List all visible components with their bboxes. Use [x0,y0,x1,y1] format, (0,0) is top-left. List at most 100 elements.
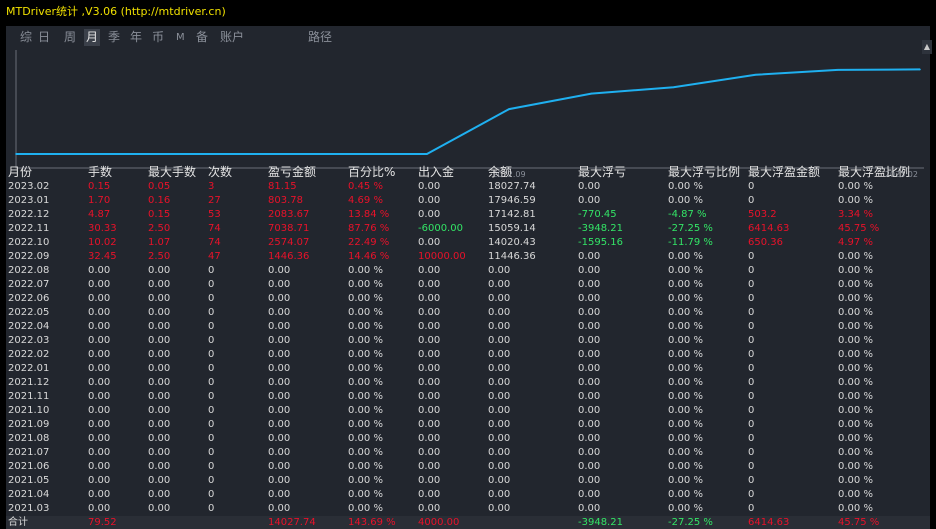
table-row[interactable]: 2022.12 4.87 0.15 53 2083.67 13.84 % 0.00 17142… [6,208,930,222]
column-header[interactable]: 出入金 [418,164,454,180]
table-cell: 0.00 [578,195,601,206]
table-cell: 0.00 [488,475,511,486]
column-header[interactable]: 最大浮盈金额 [748,164,820,180]
table-row[interactable]: 2021.10 0.00 0.00 0 0.00 0.00 % 0.00 0.00 0.00 0.… [6,404,930,418]
table-row[interactable]: 2021.09 0.00 0.00 0 0.00 0.00 % 0.00 0.00 0.00 0.… [6,418,930,432]
table-cell: 2083.67 [268,209,310,220]
column-header[interactable]: 百分比% [348,164,395,180]
table-row[interactable]: 2021.04 0.00 0.00 0 0.00 0.00 % 0.00 0.00 0.00 0.… [6,488,930,502]
table-row[interactable]: 2022.05 0.00 0.00 0 0.00 0.00 % 0.00 0.00 0.00 0.… [6,306,930,320]
column-header[interactable]: 月份 [8,164,32,180]
table-cell: 0.00 [578,503,601,514]
table-cell: 0.00 [488,321,511,332]
table-row[interactable]: 2021.12 0.00 0.00 0 0.00 0.00 % 0.00 0.00 0.00 0.… [6,376,930,390]
table-cell: 0.00 [578,433,601,444]
table-cell: 2023.02 [8,181,50,192]
tab-5[interactable]: 年 [128,29,144,46]
tab-1[interactable]: 日 [36,29,52,46]
tab-4[interactable]: 季 [106,29,122,46]
table-cell: 0.00 [88,293,111,304]
table-row[interactable]: 2022.04 0.00 0.00 0 0.00 0.00 % 0.00 0.00 0.00 0.… [6,320,930,334]
table-cell: 0 [208,489,215,500]
equity-point-2022.03 [15,153,17,155]
table-cell: 0.00 % [668,391,703,402]
tab-9[interactable]: 账户 [218,29,246,46]
table-cell: 0.00 % [838,433,873,444]
table-cell: 0.00 [418,321,441,332]
table-cell: 0.00 [418,181,441,192]
column-header[interactable]: 最大浮亏 [578,164,626,180]
table-row[interactable]: 2021.08 0.00 0.00 0 0.00 0.00 % 0.00 0.00 0.00 0.… [6,432,930,446]
table-cell: 650.36 [748,237,783,248]
table-cell: 0 [208,475,215,486]
tab-0[interactable]: 综 [18,29,34,46]
tab-6[interactable]: 币 [150,29,166,46]
column-header[interactable]: 盈亏金额 [268,164,316,180]
table-cell: 0.00 [268,265,291,276]
column-header[interactable]: 最大浮亏比例 [668,164,740,180]
table-cell: 0 [208,419,215,430]
table-cell: 0.00 % [348,419,383,430]
table-cell: 0 [748,181,755,192]
tab-3[interactable]: 月 [84,29,101,46]
table-cell: 0.00 % [838,181,873,192]
table-row[interactable]: 2023.01 1.70 0.16 27 803.78 4.69 % 0.00 17946.5… [6,194,930,208]
column-header[interactable]: 最大浮盈比例 [838,164,910,180]
table-row[interactable]: 2022.08 0.00 0.00 0 0.00 0.00 % 0.00 0.00 0.00 0.… [6,264,930,278]
tab-10[interactable]: 路径 [306,29,334,46]
table-cell: 0.00 % [838,265,873,276]
table-cell: 0.00 % [668,433,703,444]
table-row[interactable]: 2022.10 10.02 1.07 74 2574.07 22.49 % 0.00 1402… [6,236,930,250]
column-header[interactable]: 最大手数 [148,164,196,180]
table-cell: 0.00 % [668,279,703,290]
table-row[interactable]: 2021.11 0.00 0.00 0 0.00 0.00 % 0.00 0.00 0.00 0.… [6,390,930,404]
column-header[interactable]: 余额 [488,164,512,180]
table-cell: 0.00 [148,363,171,374]
table-cell: 0.00 [488,447,511,458]
table-cell: 0.00 % [838,349,873,360]
table-cell: 0.00 % [348,433,383,444]
table-cell: 3.34 % [838,209,873,220]
table-cell: 0.00 % [668,181,703,192]
table-cell: 0.00 [418,433,441,444]
table-row[interactable]: 2023.02 0.15 0.05 3 81.15 0.45 % 0.00 18027.74 0… [6,180,930,194]
table-cell: 0.00 [88,475,111,486]
table-cell: 0.00 % [348,405,383,416]
table-cell: 2022.06 [8,293,50,304]
tab-8[interactable]: 备 [194,29,210,46]
total-cell: 4000.00 [418,517,460,528]
total-cell: 79.52 [88,517,117,528]
table-row[interactable]: 2022.03 0.00 0.00 0 0.00 0.00 % 0.00 0.00 0.00 0.… [6,334,930,348]
tab-2[interactable]: 周 [62,29,78,46]
table-row[interactable]: 2021.03 0.00 0.00 0 0.00 0.00 % 0.00 0.00 0.00 0.… [6,502,930,516]
table-row[interactable]: 2022.02 0.00 0.00 0 0.00 0.00 % 0.00 0.00 0.00 0.… [6,348,930,362]
table-cell: 0.00 % [668,293,703,304]
table-row[interactable]: 2021.05 0.00 0.00 0 0.00 0.00 % 0.00 0.00 0.00 0.… [6,474,930,488]
table-cell: 1.07 [148,237,171,248]
table-cell: 0.00 % [838,335,873,346]
table-cell: 0.00 [148,321,171,332]
table-row[interactable]: 2022.06 0.00 0.00 0 0.00 0.00 % 0.00 0.00 0.00 0.… [6,292,930,306]
table-row[interactable]: 2022.11 30.33 2.50 74 7038.71 87.76 % -6000.00… [6,222,930,236]
table-row[interactable]: 2022.01 0.00 0.00 0 0.00 0.00 % 0.00 0.00 0.00 0.… [6,362,930,376]
equity-point-2022.04 [97,153,99,155]
table-cell: 0.00 [148,279,171,290]
table-cell: 0.00 [418,349,441,360]
table-cell: 0.00 [488,391,511,402]
scroll-up-button[interactable]: ▲ [922,40,932,54]
table-cell: 0.00 % [668,489,703,500]
table-row[interactable]: 2021.07 0.00 0.00 0 0.00 0.00 % 0.00 0.00 0.00 0.… [6,446,930,460]
column-header[interactable]: 次数 [208,164,232,180]
table-cell: 0.00 [488,307,511,318]
table-cell: 0.00 % [838,475,873,486]
table-cell: 0.00 [88,447,111,458]
table-row[interactable]: 2022.09 32.45 2.50 47 1446.36 14.46 % 10000.00… [6,250,930,264]
table-cell: 27 [208,195,221,206]
tab-7[interactable]: M [174,29,187,46]
table-cell: 6414.63 [748,223,790,234]
table-cell: 0.00 [268,461,291,472]
column-header[interactable]: 手数 [88,164,112,180]
table-row[interactable]: 2021.06 0.00 0.00 0 0.00 0.00 % 0.00 0.00 0.00 0.… [6,460,930,474]
table-cell: 74 [208,223,221,234]
table-row[interactable]: 2022.07 0.00 0.00 0 0.00 0.00 % 0.00 0.00 0.00 0.… [6,278,930,292]
